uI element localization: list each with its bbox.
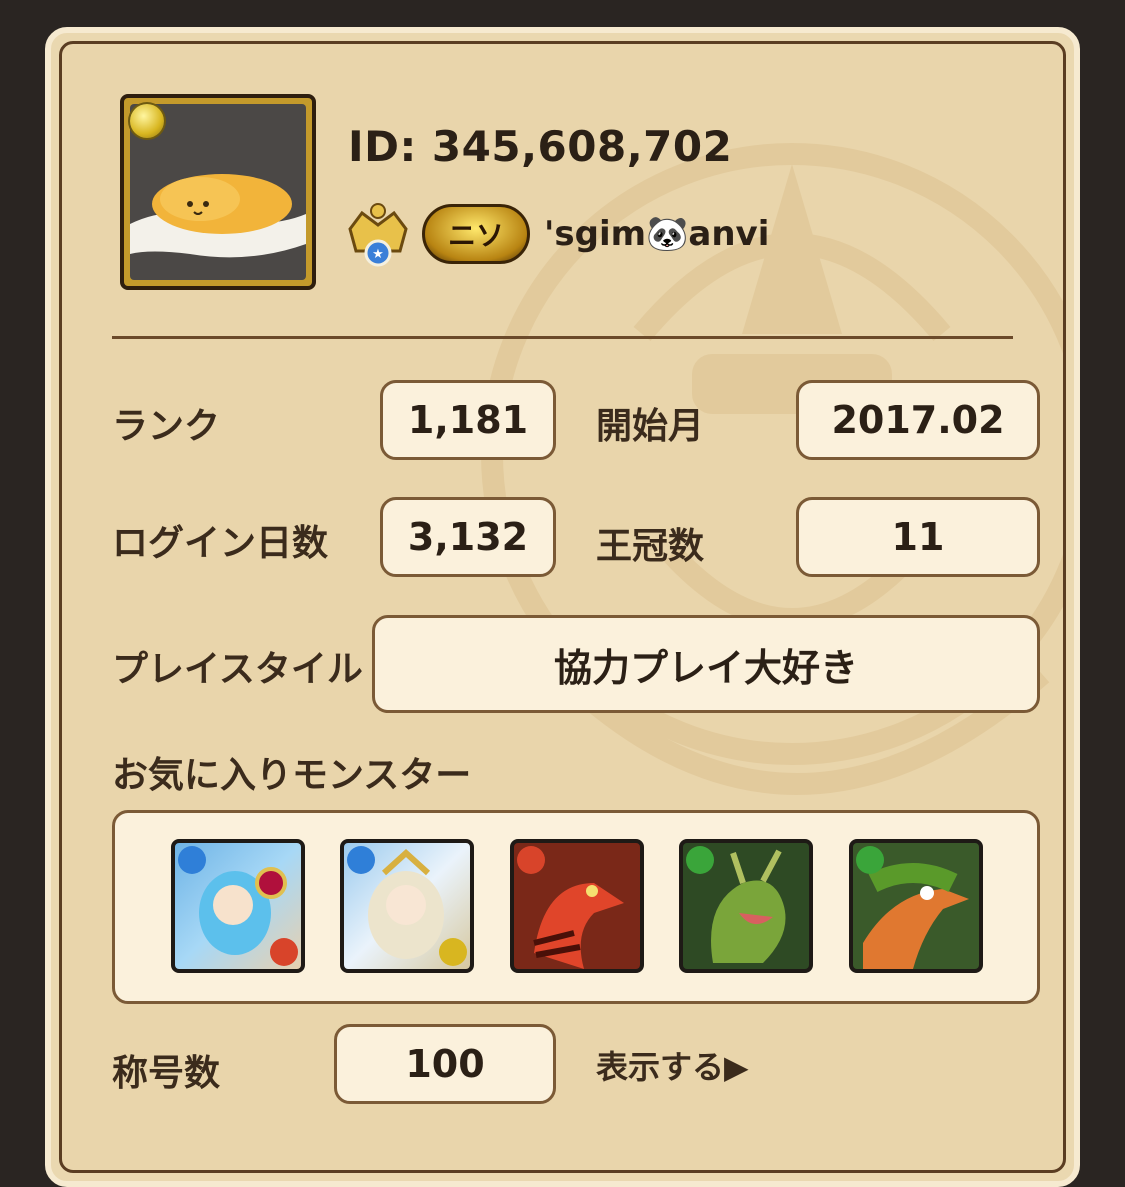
login-days-label: ログイン日数 <box>112 523 329 564</box>
wood-attribute-orb-icon <box>856 846 884 874</box>
light-attribute-orb-icon <box>439 938 467 966</box>
crown-count-value: 11 <box>796 497 1040 577</box>
light-attribute-orb-icon <box>130 104 164 138</box>
player-avatar[interactable] <box>120 94 316 290</box>
rank-label: ランク <box>112 406 221 447</box>
header-divider <box>112 336 1013 339</box>
start-month-value: 2017.02 <box>796 380 1040 460</box>
title-badge: ニソ <box>422 204 530 264</box>
play-style-value: 協力プレイ大好き <box>372 615 1040 713</box>
titles-count-label: 称号数 <box>112 1053 221 1094</box>
water-attribute-orb-icon <box>347 846 375 874</box>
login-days-value: 3,132 <box>380 497 556 577</box>
wood-attribute-orb-icon <box>686 846 714 874</box>
crown-count-label: 王冠数 <box>596 526 705 567</box>
player-name: 'sgim🐼anvi <box>544 214 770 254</box>
dragon-emblem-watermark-icon <box>481 143 1063 795</box>
wood-bird-dragon-monster-icon[interactable] <box>849 839 983 973</box>
wood-dragon-monster-icon[interactable] <box>679 839 813 973</box>
titles-count-value: 100 <box>334 1024 556 1104</box>
favorite-monsters-panel <box>112 810 1040 1004</box>
show-titles-link[interactable]: 表示する▶ <box>596 1042 749 1088</box>
start-month-label: 開始月 <box>596 406 705 447</box>
profile-card-inner: ID: 345,608,702 ★ ニソ 'sgim🐼anvi ランク 1,18… <box>59 41 1066 1173</box>
badge-row: ★ ニソ 'sgim🐼anvi <box>342 199 769 269</box>
player-id: ID: 345,608,702 <box>348 122 733 171</box>
fire-attribute-orb-icon <box>517 846 545 874</box>
crown-rank-badge-icon: ★ <box>342 199 414 269</box>
favorite-monsters-heading: お気に入りモンスター <box>112 755 472 796</box>
water-attribute-orb-icon <box>178 846 206 874</box>
rank-value: 1,181 <box>380 380 556 460</box>
profile-card: ID: 345,608,702 ★ ニソ 'sgim🐼anvi ランク 1,18… <box>45 27 1080 1187</box>
play-style-label: プレイスタイル <box>112 649 363 690</box>
fire-attribute-orb-icon <box>270 938 298 966</box>
water-fire-girl-monster-icon[interactable] <box>171 839 305 973</box>
water-light-girl-monster-icon[interactable] <box>340 839 474 973</box>
fire-dragon-monster-icon[interactable] <box>510 839 644 973</box>
svg-text:★: ★ <box>372 247 384 262</box>
